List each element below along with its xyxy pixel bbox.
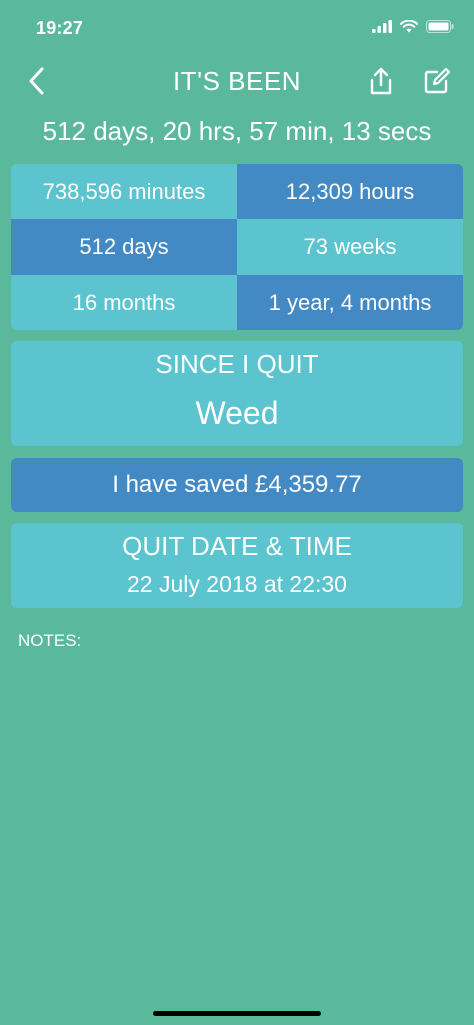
money-saved-text: I have saved £4,359.77 [112,471,362,498]
quit-date-value: 22 July 2018 at 22:30 [127,571,347,597]
battery-icon [426,20,454,38]
since-quit-card: SINCE I QUIT Weed [11,341,463,446]
stat-years-months: 1 year, 4 months [237,275,463,330]
stat-minutes: 738,596 minutes [11,164,237,219]
stat-weeks: 73 weeks [237,219,463,275]
quit-item: Weed [195,395,279,431]
home-indicator[interactable] [153,1011,321,1016]
status-time: 19:27 [36,18,84,38]
money-saved-card: I have saved £4,359.77 [11,458,463,512]
stat-hours: 12,309 hours [237,164,463,219]
share-button[interactable] [366,66,396,100]
notes-label: NOTES: [18,631,82,650]
since-quit-title: SINCE I QUIT [155,349,319,379]
stat-days: 512 days [11,219,237,275]
edit-button[interactable] [422,66,452,100]
stats-grid: 738,596 minutes 12,309 hours 512 days 73… [11,164,463,330]
quit-date-title: QUIT DATE & TIME [122,531,352,561]
nav-bar: IT'S BEEN [0,62,474,102]
share-icon [369,67,393,100]
edit-icon [423,67,451,100]
wifi-icon [399,19,419,38]
stat-months: 16 months [11,275,237,330]
quit-date-card: QUIT DATE & TIME 22 July 2018 at 22:30 [11,523,463,608]
signal-icon [372,20,392,38]
elapsed-time: 512 days, 20 hrs, 57 min, 13 secs [42,116,432,146]
status-icons [372,19,454,38]
status-bar: 19:27 [0,0,474,56]
page-title: IT'S BEEN [173,66,301,96]
